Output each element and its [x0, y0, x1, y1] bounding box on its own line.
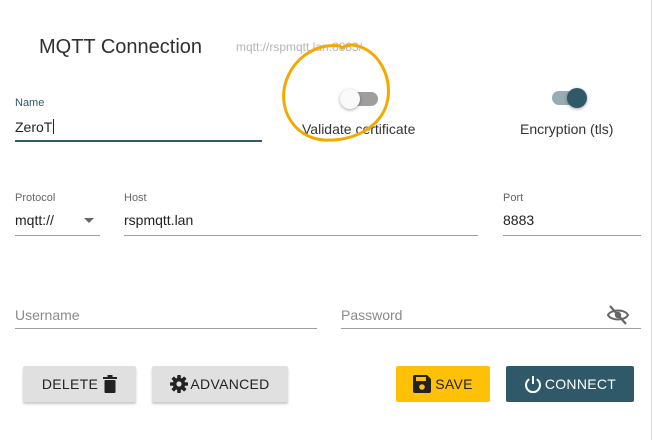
port-input[interactable]: 8883	[503, 212, 534, 228]
power-icon	[524, 375, 542, 393]
password-underline	[341, 328, 641, 329]
floppy-disk-icon	[413, 375, 432, 393]
gear-icon	[170, 375, 189, 393]
text-cursor	[53, 119, 55, 134]
connect-button[interactable]: CONNECT	[506, 366, 634, 402]
annotation-circle	[278, 42, 394, 149]
name-label: Name	[15, 97, 45, 109]
encryption-label: Encryption (tls)	[520, 121, 614, 137]
dialog-title: MQTT Connection	[39, 36, 203, 58]
mqtt-connection-dialog: MQTT Connection mqtt://rspmqtt.lan:8883/…	[0, 0, 652, 440]
host-label: Host	[124, 192, 147, 204]
eye-off-icon[interactable]	[606, 304, 630, 331]
protocol-value[interactable]: mqtt://	[15, 212, 54, 228]
save-button-label: SAVE	[435, 376, 473, 392]
port-underline	[503, 235, 641, 236]
advanced-button[interactable]: ADVANCED	[152, 366, 288, 402]
protocol-label: Protocol	[15, 192, 56, 204]
name-underline	[15, 140, 262, 142]
advanced-button-label: ADVANCED	[190, 376, 270, 392]
username-input[interactable]: Username	[15, 307, 80, 323]
connect-button-label: CONNECT	[544, 376, 617, 392]
delete-button-label: DELETE	[41, 376, 99, 392]
name-value: ZeroT	[15, 119, 53, 135]
username-underline	[15, 328, 317, 329]
protocol-underline	[15, 235, 100, 236]
delete-button[interactable]: DELETE	[23, 366, 136, 402]
host-input[interactable]: rspmqtt.lan	[124, 212, 193, 228]
chevron-down-icon[interactable]	[84, 218, 94, 223]
host-underline	[124, 235, 478, 236]
password-input[interactable]: Password	[341, 307, 402, 323]
port-label: Port	[503, 192, 524, 204]
trash-icon	[103, 375, 118, 393]
save-button[interactable]: SAVE	[396, 366, 490, 402]
encryption-toggle-knob[interactable]	[567, 88, 587, 108]
name-input[interactable]: ZeroT	[15, 119, 55, 135]
